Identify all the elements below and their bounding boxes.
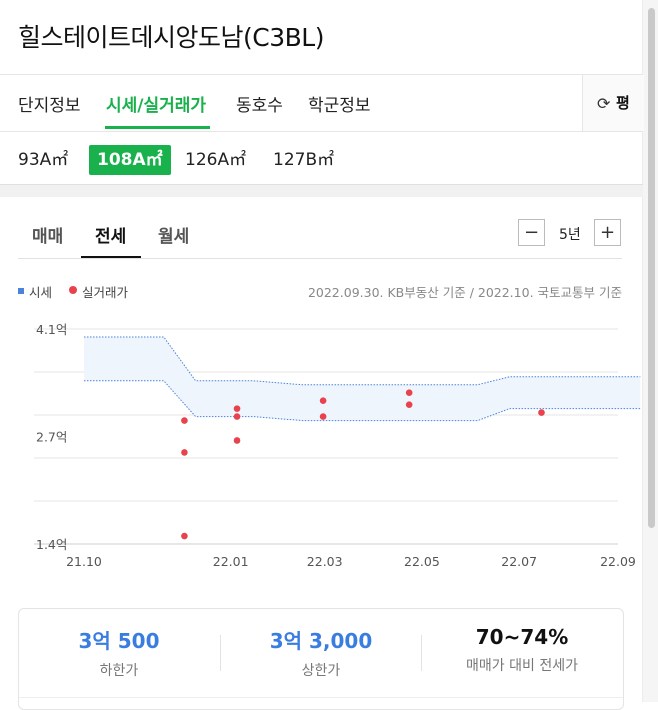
price-summary: 3억 500 하한가 3억 3,000 상한가 70~74% 매매가 대비 전세… [18,608,624,710]
period-decrease-button[interactable]: − [518,219,545,246]
tab-sale[interactable]: 매매 [32,222,63,247]
deal-legend-label: 실거래가 [82,285,129,300]
lower-price-value: 3억 500 [78,629,160,653]
active-tab-indicator [105,126,210,129]
x-tick-label: 22.09 [600,554,636,569]
unit-toggle-label: 평 [616,94,630,112]
deal-point [319,413,327,420]
tab-monthly[interactable]: 월세 [158,222,189,247]
x-tick-label: 21.10 [66,554,102,569]
size-tab-108a[interactable]: 108A㎡ [89,145,171,175]
deal-point [538,409,545,416]
chart-legend: 시세 실거래가 2022.09.30. KB부동산 기준 / 2022.10. … [18,282,622,300]
period-increase-button[interactable]: + [594,219,621,246]
deal-point [405,401,413,408]
data-source-note: 2022.09.30. KB부동산 기준 / 2022.10. 국토교통부 기준 [307,285,622,300]
size-tab-93a[interactable]: 93A㎡ [10,145,76,175]
scroll-thumb[interactable] [648,8,655,528]
price-chart[interactable]: 4.1억 2.7억 1.4억 21.10 22.01 22.03 22.05 22.07 22.… [0,310,643,578]
price-range-band [84,336,641,421]
period-value: 5년 [559,227,581,243]
price-legend-marker [18,288,24,294]
period-control: − 5년 + [518,219,622,247]
x-tick-label: 22.01 [213,554,249,569]
refresh-icon: ⟳ [597,94,611,113]
y-tick-label: 1.4억 [36,537,67,552]
main-tabs: 단지정보 시세/실거래가 동호수 학군정보 ⟳ 평 [0,75,644,132]
deal-point [233,437,241,444]
scrollbar[interactable] [642,0,658,702]
lower-price-label: 하한가 [99,663,139,679]
deal-tab-indicator [81,256,141,258]
header: 힐스테이트데시앙도남(C3BL) [0,0,643,75]
deal-type-tabs: 매매 전세 월세 − 5년 + [18,210,622,259]
deal-point [181,532,188,540]
deal-point [319,397,327,404]
summary-lower: 3억 500 하한가 [19,625,219,680]
summary-upper: 3억 3,000 상한가 [221,625,421,680]
x-tick-label: 22.07 [501,554,537,569]
deal-legend-marker [69,286,77,294]
summary-bottom-divider [19,697,623,698]
tab-jeonse[interactable]: 전세 [95,222,126,247]
size-tab-126a[interactable]: 126A㎡ [177,145,254,175]
upper-price-value: 3억 3,000 [269,629,373,653]
tab-complex-info[interactable]: 단지정보 [18,91,81,116]
ratio-value: 70~74% [475,625,569,649]
size-tab-127b[interactable]: 127B㎡ [265,145,342,175]
section-divider [0,184,643,197]
upper-price-label: 상한가 [301,663,341,679]
price-legend-label: 시세 [29,285,53,300]
deal-point [405,389,413,397]
deal-point [233,405,241,412]
unit-toggle-button[interactable]: ⟳ 평 [582,75,644,131]
summary-ratio: 70~74% 매매가 대비 전세가 [422,625,622,675]
x-tick-label: 22.03 [307,554,343,569]
size-tabs: 93A㎡ 108A㎡ 126A㎡ 127B㎡ [0,132,643,186]
deal-point [181,417,188,424]
tab-price[interactable]: 시세/실거래가 [106,91,206,116]
x-tick-label: 22.05 [404,554,440,569]
deal-point [181,449,188,456]
y-tick-label: 2.7억 [36,430,67,445]
tab-school[interactable]: 학군정보 [308,91,371,116]
page-title: 힐스테이트데시앙도남(C3BL) [18,23,324,52]
ratio-label: 매매가 대비 전세가 [466,658,578,674]
y-tick-label: 4.1억 [36,322,67,337]
deal-point [233,413,241,420]
tab-units[interactable]: 동호수 [236,91,283,116]
